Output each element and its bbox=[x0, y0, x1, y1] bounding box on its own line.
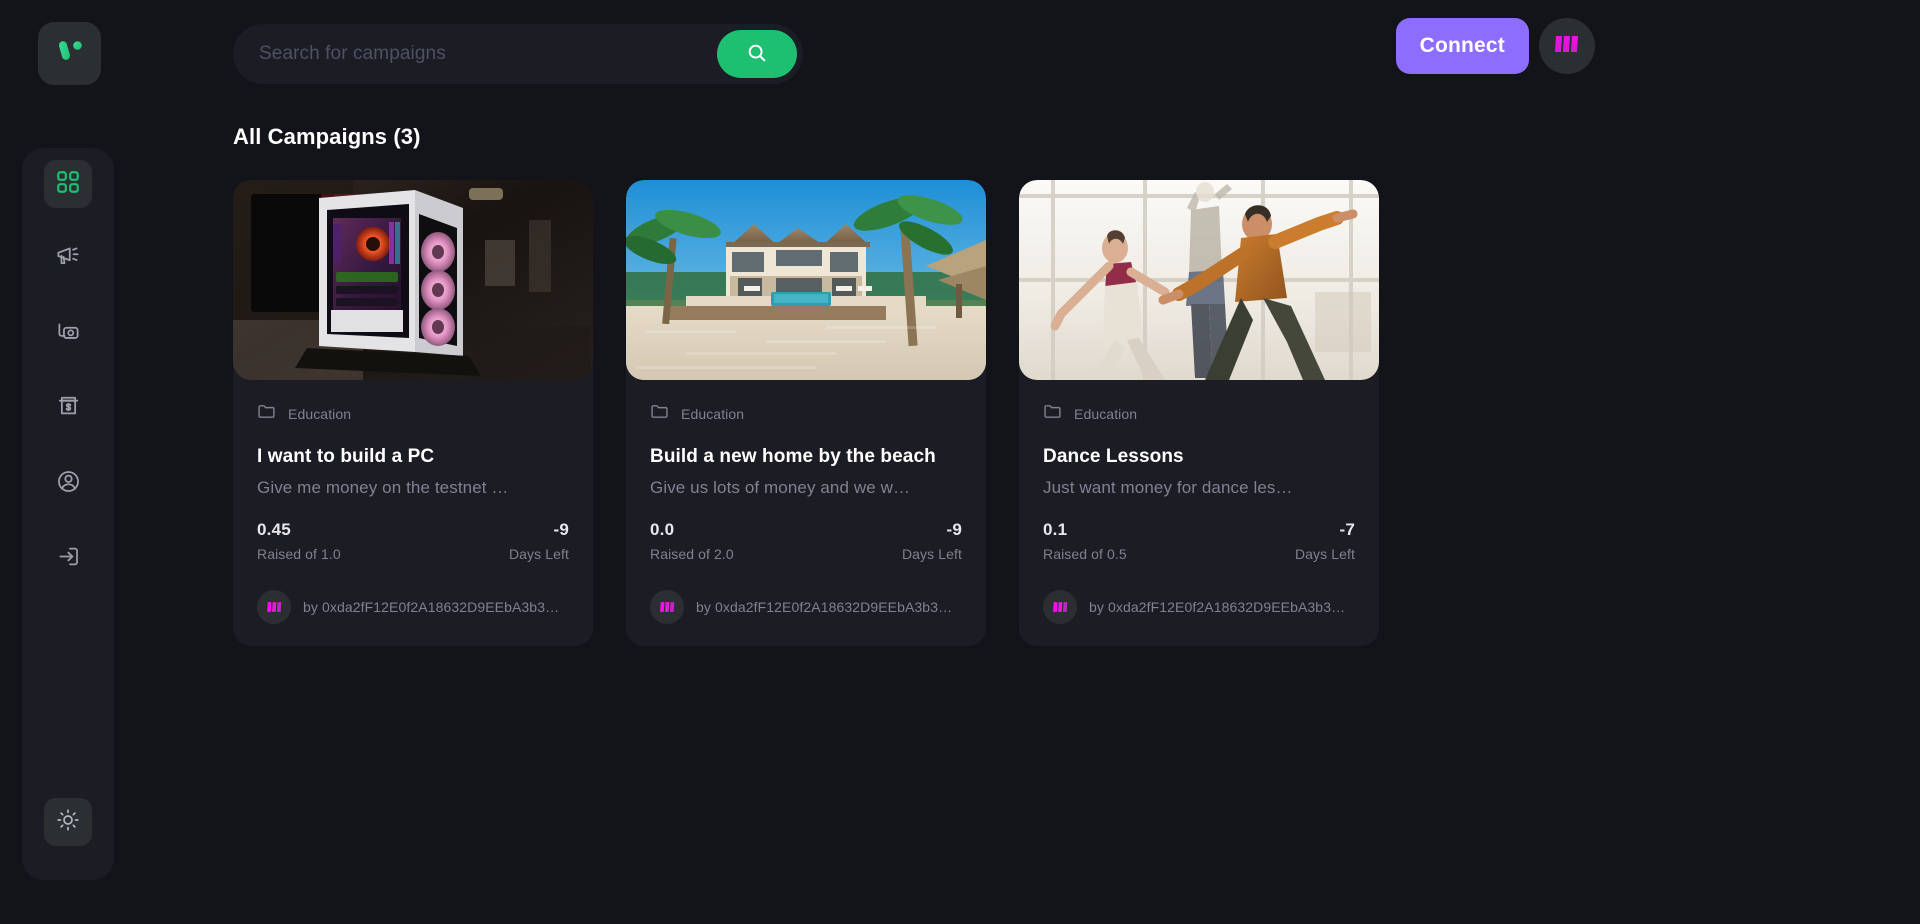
owner-avatar bbox=[257, 590, 291, 624]
v-logo-icon bbox=[55, 36, 85, 71]
campaign-card[interactable]: Education I want to build a PC Give me m… bbox=[233, 180, 593, 646]
card-days-stat: -9 Days Left bbox=[902, 520, 962, 562]
card-stats: 0.1 Raised of 0.5 -7 Days Left bbox=[1043, 520, 1355, 562]
dashboard-grid-icon bbox=[55, 169, 81, 200]
sidebar-item-dashboard[interactable] bbox=[44, 160, 92, 208]
card-description: Give me money on the testnet … bbox=[257, 478, 509, 497]
avatar[interactable] bbox=[1539, 18, 1595, 74]
search-icon bbox=[746, 42, 768, 67]
card-days-value: -7 bbox=[1339, 520, 1355, 539]
card-category: Education bbox=[650, 402, 962, 426]
card-raised-value: 0.45 bbox=[257, 520, 291, 539]
card-raised-label: Raised of 2.0 bbox=[650, 546, 734, 562]
card-description: Give us lots of money and we w… bbox=[650, 478, 911, 497]
sidebar-item-profile[interactable] bbox=[44, 460, 92, 508]
owner-prefix: by bbox=[303, 599, 318, 615]
sidebar bbox=[22, 148, 114, 880]
campaign-image-beach-villa bbox=[626, 180, 986, 380]
folder-icon bbox=[257, 402, 276, 426]
megaphone-icon bbox=[55, 243, 82, 275]
owner-address: by 0xda2fF12E0f2A18632D9EEbA3b3… bbox=[696, 599, 952, 615]
owner-address-value: 0xda2fF12E0f2A18632D9EEbA3b3… bbox=[322, 599, 560, 615]
sidebar-item-payment[interactable] bbox=[44, 310, 92, 358]
sidebar-item-logout[interactable] bbox=[44, 535, 92, 583]
card-raised-stat: 0.45 Raised of 1.0 bbox=[257, 520, 341, 562]
campaign-card[interactable]: Education Build a new home by the beach … bbox=[626, 180, 986, 646]
card-days-label: Days Left bbox=[1294, 546, 1355, 562]
owner-prefix: by bbox=[696, 599, 711, 615]
card-days-value: -9 bbox=[553, 520, 569, 539]
sun-icon bbox=[56, 808, 80, 837]
logout-arrow-icon bbox=[55, 543, 82, 575]
card-description: Just want money for dance les… bbox=[1043, 478, 1293, 497]
wallet-avatar-icon bbox=[1552, 31, 1582, 62]
topbar: Connect bbox=[0, 0, 1920, 106]
app-root: Connect bbox=[0, 0, 1920, 924]
card-stats: 0.0 Raised of 2.0 -9 Days Left bbox=[650, 520, 962, 562]
card-raised-stat: 0.1 Raised of 0.5 bbox=[1043, 520, 1127, 562]
card-raised-stat: 0.0 Raised of 2.0 bbox=[650, 520, 734, 562]
folder-icon bbox=[1043, 402, 1062, 426]
card-owner: by 0xda2fF12E0f2A18632D9EEbA3b3… bbox=[1043, 590, 1355, 624]
owner-avatar bbox=[1043, 590, 1077, 624]
card-category-label: Education bbox=[681, 406, 745, 422]
card-owner: by 0xda2fF12E0f2A18632D9EEbA3b3… bbox=[257, 590, 569, 624]
card-body: Education I want to build a PC Give me m… bbox=[233, 402, 593, 624]
owner-address: by 0xda2fF12E0f2A18632D9EEbA3b3… bbox=[303, 599, 559, 615]
card-days-stat: -9 Days Left bbox=[509, 520, 569, 562]
sidebar-nav-group bbox=[44, 160, 92, 583]
card-stats: 0.45 Raised of 1.0 -9 Days Left bbox=[257, 520, 569, 562]
card-days-label: Days Left bbox=[508, 546, 569, 562]
money-card-icon bbox=[55, 318, 82, 350]
theme-toggle-button[interactable] bbox=[44, 798, 92, 846]
card-category: Education bbox=[257, 402, 569, 426]
card-title: I want to build a PC bbox=[257, 446, 435, 467]
main-content: All Campaigns (3) Education I want to bu… bbox=[233, 124, 1920, 924]
card-raised-value: 0.0 bbox=[650, 520, 675, 539]
campaign-card-grid: Education I want to build a PC Give me m… bbox=[233, 180, 1920, 646]
card-days-value: -9 bbox=[946, 520, 962, 539]
card-raised-label: Raised of 0.5 bbox=[1043, 546, 1127, 562]
connect-button[interactable]: Connect bbox=[1395, 18, 1529, 74]
owner-address: by 0xda2fF12E0f2A18632D9EEbA3b3… bbox=[1089, 599, 1345, 615]
card-days-stat: -7 Days Left bbox=[1295, 520, 1355, 562]
card-owner: by 0xda2fF12E0f2A18632D9EEbA3b3… bbox=[650, 590, 962, 624]
search-input[interactable] bbox=[259, 43, 717, 65]
card-days-label: Days Left bbox=[901, 546, 962, 562]
campaign-image-gaming-pc bbox=[233, 180, 593, 380]
search-bar[interactable] bbox=[233, 24, 803, 84]
campaign-image-dancers bbox=[1019, 180, 1379, 380]
card-title: Build a new home by the beach bbox=[650, 446, 936, 467]
folder-icon bbox=[650, 402, 669, 426]
card-body: Education Dance Lessons Just want money … bbox=[1019, 402, 1379, 624]
owner-prefix: by bbox=[1089, 599, 1104, 615]
search-button[interactable] bbox=[717, 30, 797, 78]
campaign-card[interactable]: Education Dance Lessons Just want money … bbox=[1019, 180, 1379, 646]
user-circle-icon bbox=[55, 468, 82, 500]
sidebar-item-withdraw[interactable] bbox=[44, 385, 92, 433]
card-raised-value: 0.1 bbox=[1043, 520, 1068, 539]
sidebar-item-campaign[interactable] bbox=[44, 235, 92, 283]
card-title: Dance Lessons bbox=[1043, 446, 1184, 467]
card-category-label: Education bbox=[1074, 406, 1138, 422]
card-body: Education Build a new home by the beach … bbox=[626, 402, 986, 624]
card-category: Education bbox=[1043, 402, 1355, 426]
owner-avatar bbox=[650, 590, 684, 624]
owner-address-value: 0xda2fF12E0f2A18632D9EEbA3b3… bbox=[715, 599, 953, 615]
brand-logo[interactable] bbox=[38, 22, 101, 85]
owner-address-value: 0xda2fF12E0f2A18632D9EEbA3b3… bbox=[1108, 599, 1346, 615]
card-category-label: Education bbox=[288, 406, 352, 422]
page-title: All Campaigns (3) bbox=[233, 124, 421, 149]
withdraw-dollar-icon bbox=[55, 393, 82, 425]
card-raised-label: Raised of 1.0 bbox=[257, 546, 341, 562]
